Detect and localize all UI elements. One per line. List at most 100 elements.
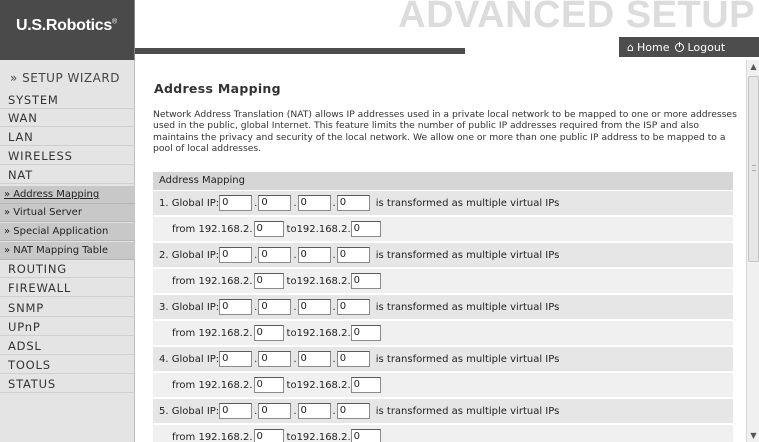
ip-dot: . <box>293 249 297 261</box>
from-ip-input[interactable]: 0 <box>253 273 284 289</box>
mapping-number: 5. <box>159 405 169 417</box>
scroll-down-arrow-icon[interactable]: ▼ <box>747 429 759 442</box>
sidebar-item-wan[interactable]: WAN <box>0 110 135 127</box>
ip-dot: . <box>254 249 258 261</box>
logout-link-label: Logout <box>687 40 726 54</box>
logout-link[interactable]: Logout <box>675 41 725 54</box>
from-ip-input[interactable]: 0 <box>253 221 284 237</box>
sidebar-item-nat[interactable]: NAT <box>0 167 135 184</box>
global-ip-octet-3-input[interactable]: 0 <box>297 299 331 315</box>
global-ip-octet-4-input[interactable]: 0 <box>336 247 370 263</box>
sidebar-sub-nat-mapping-table[interactable]: » NAT Mapping Table <box>0 242 135 260</box>
global-ip-octet-3-input[interactable]: 0 <box>297 247 331 263</box>
scroll-thumb[interactable] <box>748 76 759 262</box>
sidebar-item-firewall[interactable]: FIREWALL <box>0 280 135 297</box>
sidebar-item-setup-wizard[interactable]: » SETUP WIZARD <box>0 68 135 88</box>
to-label: to192.168.2. <box>286 223 351 235</box>
from-ip-input[interactable]: 0 <box>253 429 284 442</box>
to-label: to192.168.2. <box>286 431 351 442</box>
global-ip-octet-4-input[interactable]: 0 <box>336 195 370 211</box>
global-ip-octet-2-input[interactable]: 0 <box>258 195 292 211</box>
global-ip-octet-1-input[interactable]: 0 <box>219 299 253 315</box>
to-label: to192.168.2. <box>286 327 351 339</box>
ip-dot: . <box>332 301 336 313</box>
sidebar-item-snmp[interactable]: SNMP <box>0 300 135 317</box>
global-ip-label: Global IP: <box>171 353 220 365</box>
main-content: Address Mapping Network Address Translat… <box>136 60 746 442</box>
global-ip-octet-3-input[interactable]: 0 <box>297 351 331 367</box>
global-ip-octet-2-input[interactable]: 0 <box>258 403 292 419</box>
global-ip-octet-2-input[interactable]: 0 <box>258 351 292 367</box>
ip-dot: . <box>332 249 336 261</box>
power-icon <box>675 41 685 52</box>
transform-text: is transformed as multiple virtual IPs <box>375 249 560 261</box>
to-ip-input[interactable]: 0 <box>350 377 381 393</box>
from-ip-input[interactable]: 0 <box>253 377 284 393</box>
usrobotics-logo: U.S.Robotics® <box>16 17 117 34</box>
table-header: Address Mapping <box>153 172 733 190</box>
home-link[interactable]: ⌂ Home <box>627 41 669 54</box>
ip-dot: . <box>254 197 258 209</box>
ip-dot: . <box>254 353 258 365</box>
logo-panel: U.S.Robotics® <box>0 0 135 60</box>
to-ip-input[interactable]: 0 <box>350 273 381 289</box>
transform-text: is transformed as multiple virtual IPs <box>375 353 560 365</box>
mapping-number: 1. <box>159 197 169 209</box>
transform-text: is transformed as multiple virtual IPs <box>375 301 560 313</box>
mapping-number: 2. <box>159 249 169 261</box>
sidebar-item-lan[interactable]: LAN <box>0 129 135 146</box>
ip-dot: . <box>293 197 297 209</box>
sidebar-sub-address-mapping[interactable]: » Address Mapping <box>0 186 135 204</box>
sidebar-sub-virtual-server[interactable]: » Virtual Server <box>0 204 135 222</box>
global-ip-octet-4-input[interactable]: 0 <box>336 299 370 315</box>
global-ip-octet-4-input[interactable]: 0 <box>336 351 370 367</box>
mapping-row-range: from 192.168.2. 0 to192.168.2. 0 <box>153 425 733 442</box>
ip-dot: . <box>293 405 297 417</box>
global-ip-octet-3-input[interactable]: 0 <box>297 403 331 419</box>
sidebar-item-status[interactable]: STATUS <box>0 376 135 393</box>
global-ip-octet-4-input[interactable]: 0 <box>336 403 370 419</box>
global-ip-label: Global IP: <box>171 249 220 261</box>
sidebar-item-routing[interactable]: ROUTING <box>0 261 135 278</box>
global-ip-octet-1-input[interactable]: 0 <box>219 403 253 419</box>
sidebar-item-system[interactable]: SYSTEM <box>0 92 135 109</box>
from-label: from 192.168.2. <box>172 431 253 442</box>
sidebar-item-adsl[interactable]: ADSL <box>0 338 135 355</box>
global-ip-octet-1-input[interactable]: 0 <box>219 195 253 211</box>
sidebar-sub-special-application[interactable]: » Special Application <box>0 223 135 241</box>
home-icon: ⌂ <box>627 40 634 54</box>
to-ip-input[interactable]: 0 <box>350 325 381 341</box>
sidebar: » SETUP WIZARD SYSTEM WAN LAN WIRELESS N… <box>0 60 135 442</box>
to-ip-input[interactable]: 0 <box>350 221 381 237</box>
ip-dot: . <box>293 301 297 313</box>
global-ip-octet-1-input[interactable]: 0 <box>219 247 253 263</box>
sidebar-item-tools[interactable]: TOOLS <box>0 357 135 374</box>
global-ip-octet-1-input[interactable]: 0 <box>219 351 253 367</box>
mapping-number: 3. <box>159 301 169 313</box>
sidebar-item-wireless[interactable]: WIRELESS <box>0 148 135 165</box>
page-banner-title: ADVANCED SETUP <box>398 0 755 36</box>
from-ip-input[interactable]: 0 <box>253 325 284 341</box>
to-ip-input[interactable]: 0 <box>350 429 381 442</box>
mapping-row-range: from 192.168.2. 0 to192.168.2. 0 <box>153 217 733 241</box>
mapping-row-global: 3. Global IP: 0. 0. 0. 0 is transformed as mu… <box>153 295 733 319</box>
vertical-scrollbar[interactable]: ▲ ▼ <box>746 60 759 442</box>
ip-dot: . <box>332 405 336 417</box>
from-label: from 192.168.2. <box>172 379 253 391</box>
global-ip-octet-3-input[interactable]: 0 <box>297 195 331 211</box>
sidebar-item-upnp[interactable]: UPnP <box>0 319 135 336</box>
mapping-number: 4. <box>159 353 169 365</box>
scroll-up-arrow-icon[interactable]: ▲ <box>747 60 759 73</box>
from-label: from 192.168.2. <box>172 223 253 235</box>
global-ip-octet-2-input[interactable]: 0 <box>258 299 292 315</box>
mapping-row-range: from 192.168.2. 0 to192.168.2. 0 <box>153 321 733 345</box>
to-label: to192.168.2. <box>286 379 351 391</box>
global-ip-octet-2-input[interactable]: 0 <box>258 247 292 263</box>
ip-dot: . <box>254 405 258 417</box>
from-label: from 192.168.2. <box>172 275 253 287</box>
to-label: to192.168.2. <box>286 275 351 287</box>
mapping-row-range: from 192.168.2. 0 to192.168.2. 0 <box>153 373 733 397</box>
transform-text: is transformed as multiple virtual IPs <box>375 197 560 209</box>
ip-dot: . <box>254 301 258 313</box>
header-links: ⌂ Home Logout <box>619 37 759 57</box>
